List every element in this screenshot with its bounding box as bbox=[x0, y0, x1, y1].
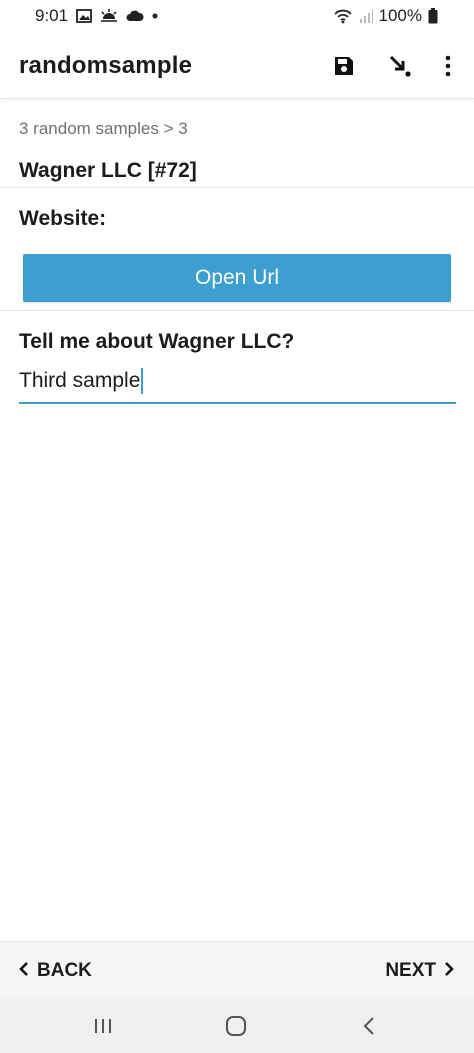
divider bbox=[0, 187, 474, 188]
back-label: BACK bbox=[37, 960, 92, 981]
cloud-icon bbox=[126, 10, 144, 22]
image-icon bbox=[76, 9, 92, 23]
battery-icon bbox=[428, 8, 438, 24]
app-bar: randomsample bbox=[0, 34, 474, 99]
system-nav-bar bbox=[0, 999, 474, 1053]
more-vert-icon[interactable] bbox=[433, 51, 463, 81]
signal-icon bbox=[359, 9, 373, 23]
divider bbox=[0, 310, 474, 311]
recent-apps-icon[interactable] bbox=[88, 1013, 118, 1039]
status-bar: 9:01 100% bbox=[0, 0, 474, 34]
next-label: NEXT bbox=[385, 960, 436, 981]
app-title: randomsample bbox=[19, 52, 193, 79]
status-right: 100% bbox=[333, 6, 438, 26]
answer-field[interactable]: Third sample bbox=[19, 364, 456, 404]
save-icon[interactable] bbox=[329, 51, 359, 81]
question-label: Tell me about Wagner LLC? bbox=[19, 330, 295, 353]
breadcrumb: 3 random samples > 3 bbox=[19, 119, 188, 138]
back-nav-icon[interactable] bbox=[354, 1013, 384, 1039]
sunrise-icon bbox=[100, 9, 118, 23]
text-caret bbox=[141, 368, 144, 394]
open-url-button[interactable]: Open Url bbox=[23, 254, 451, 302]
answer-input[interactable]: Third sample bbox=[19, 368, 144, 394]
back-button[interactable]: BACK bbox=[19, 960, 92, 982]
next-button[interactable]: NEXT bbox=[385, 960, 454, 982]
bottom-nav: BACK NEXT bbox=[0, 941, 474, 1000]
answer-value: Third sample bbox=[19, 369, 141, 392]
home-icon[interactable] bbox=[221, 1013, 251, 1039]
jump-icon[interactable] bbox=[385, 51, 415, 81]
status-time: 9:01 bbox=[35, 6, 69, 25]
entity-title: Wagner LLC [#72] bbox=[19, 159, 197, 182]
chevron-right-icon bbox=[444, 960, 454, 982]
dot-icon bbox=[152, 13, 158, 19]
battery-level: 100% bbox=[378, 6, 422, 25]
status-left: 9:01 bbox=[35, 6, 158, 26]
chevron-left-icon bbox=[19, 960, 29, 982]
wifi-icon bbox=[333, 8, 353, 24]
website-label: Website: bbox=[19, 207, 107, 230]
